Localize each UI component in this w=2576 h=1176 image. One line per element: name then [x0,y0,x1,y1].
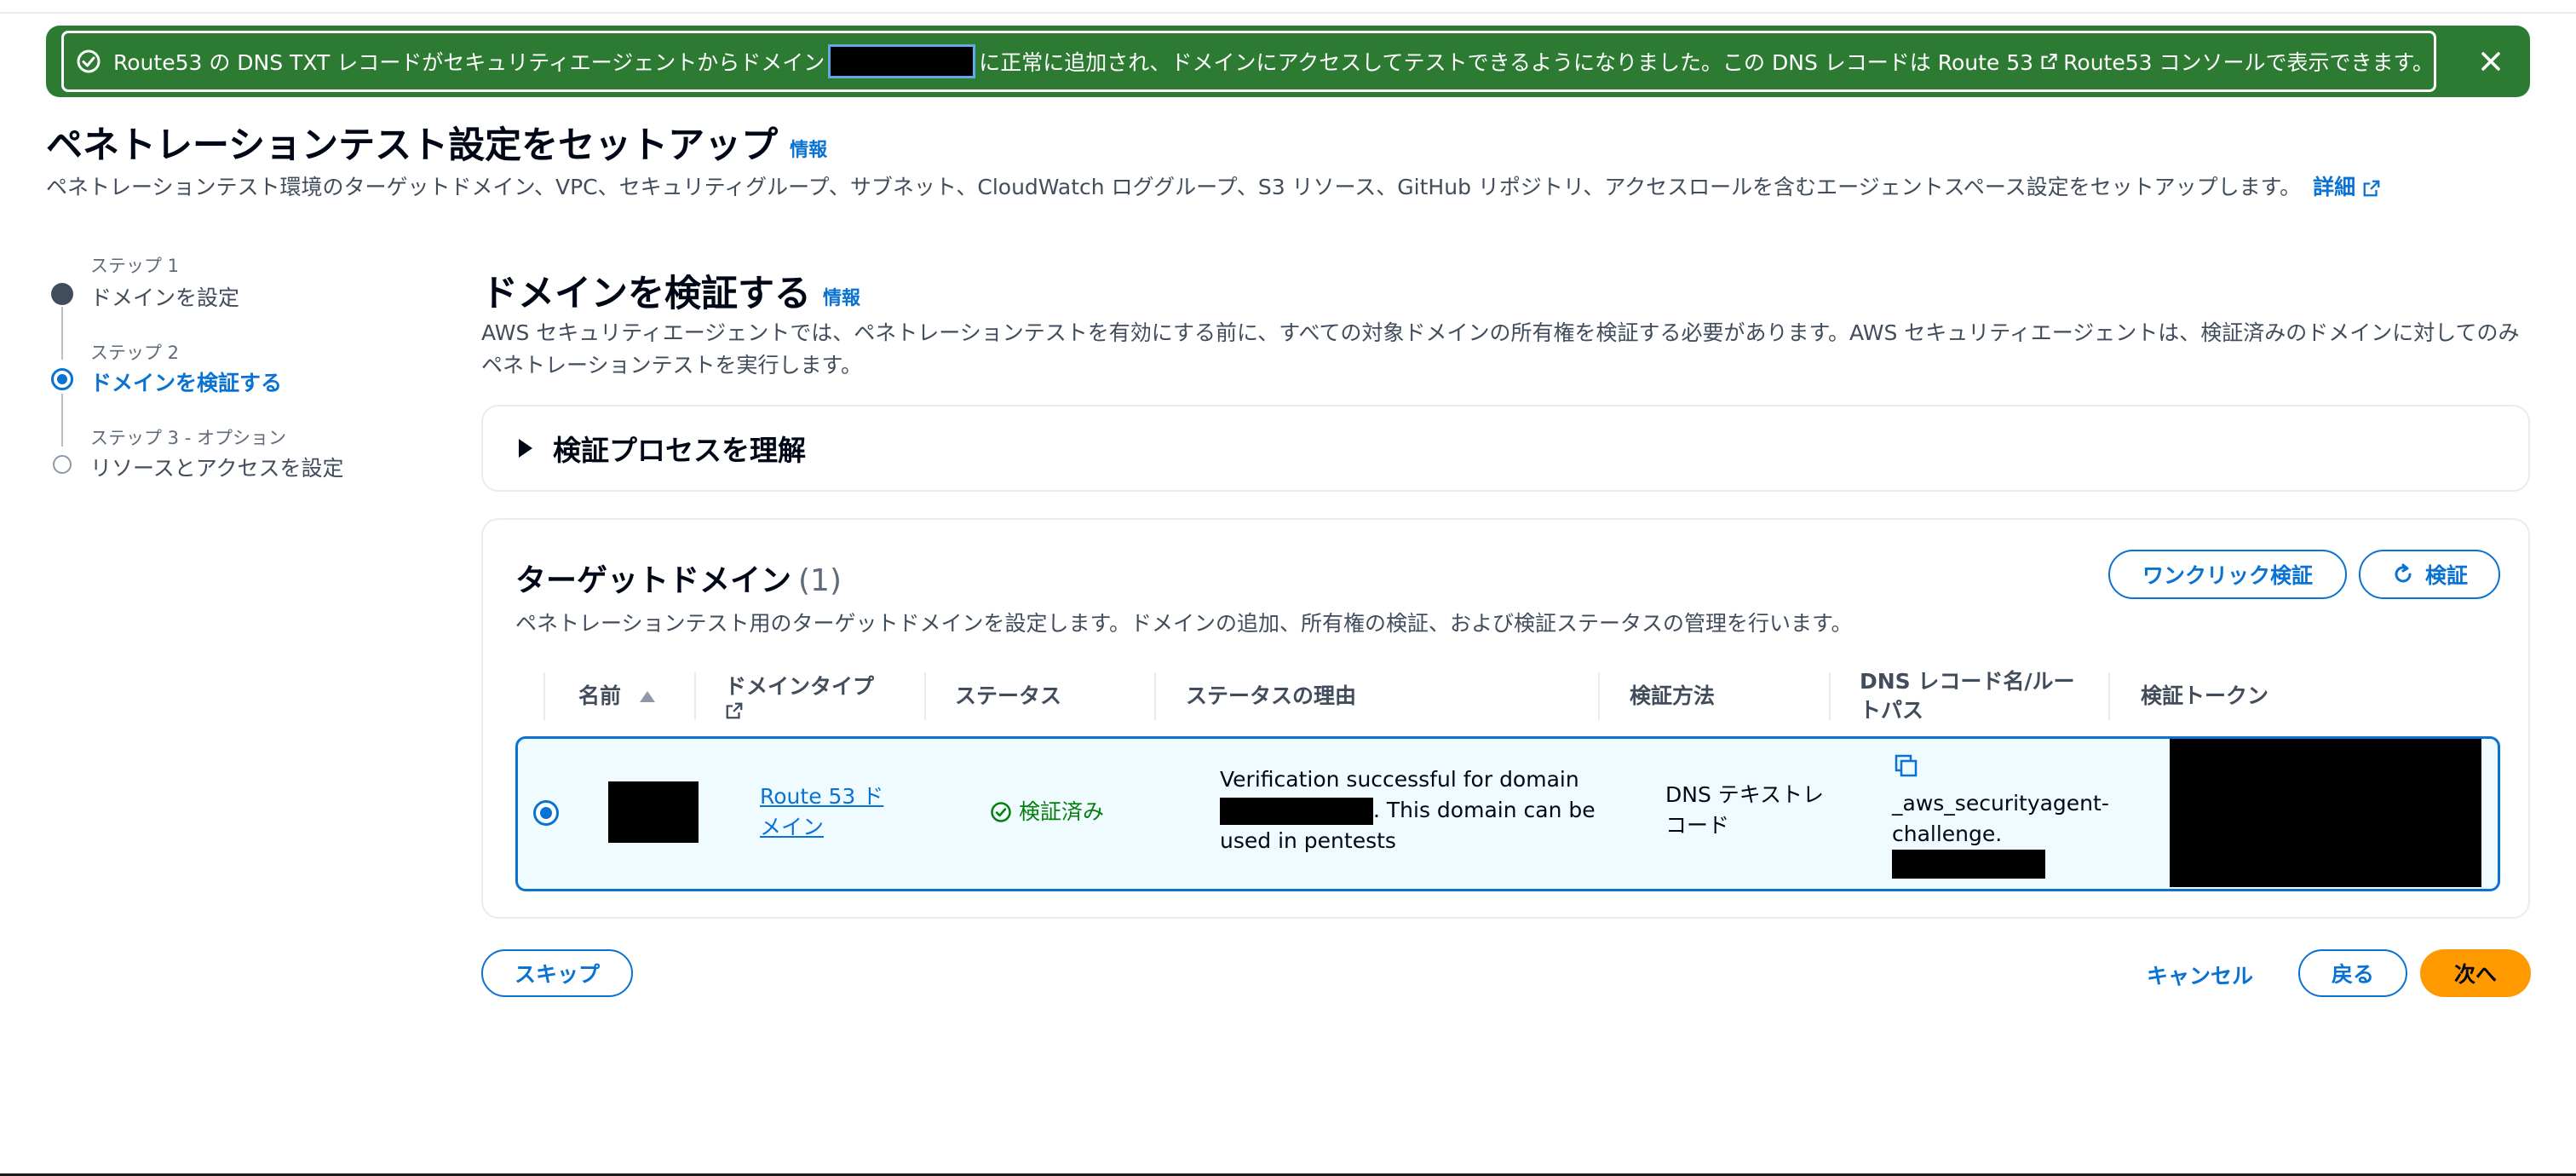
column-divider [543,672,545,720]
step-2-kicker: ステップ 2 [90,343,180,363]
back-button[interactable]: 戻る [2298,949,2407,997]
learn-more-link[interactable]: 詳細 [2313,175,2381,199]
column-name-label: 名前 [578,683,622,708]
section-title: ドメインを検証する 情報 [481,264,860,317]
verification-process-expander[interactable]: 検証プロセスを理解 [481,405,2530,492]
column-header-token: 検証トークン [2141,683,2269,708]
page-title: ペネトレーションテスト設定をセットアップ 情報 [46,116,827,169]
status-reason-line-1: Verification successful for domain [1220,767,1579,792]
target-domains-count: (1) [798,563,842,598]
step-3-label: リソースとアクセスを設定 [90,456,344,481]
step-1-completed-dot [51,283,73,305]
verify-label: 検証 [2424,563,2468,588]
step-2-label[interactable]: ドメインを検証する [90,366,282,397]
target-domains-container: ターゲットドメイン (1) ペネトレーションテスト用のターゲットドメインを設定しま… [481,518,2530,919]
page-description: ペネトレーションテスト環境のターゲットドメイン、VPC、セキュリティグループ、サ… [46,170,2381,201]
status-positive-icon [991,802,1011,822]
header-info-link[interactable]: 情報 [790,140,827,161]
sort-ascending-icon[interactable] [640,690,656,702]
external-link-icon[interactable] [725,701,744,720]
column-header-status-reason: ステータスの理由 [1186,683,1357,708]
step-1-label[interactable]: ドメインを設定 [90,281,239,312]
flash-message-end: に正常に追加され、ドメインにアクセスしてテストできるようになりました。この DN… [979,50,2034,75]
table-header: 名前 ドメインタイプ ステータス ステータスの理由 検証方法 DNS レコード名… [515,660,2500,732]
step-connector [61,394,63,447]
step-2-active-dot [51,368,73,390]
section-info-link[interactable]: 情報 [823,288,860,309]
close-icon [2481,52,2500,71]
expander-label: 検証プロセスを理解 [553,434,806,467]
status-reason-line-2: . This domain can be [1220,795,1620,826]
status-reason-line-3: used in pentests [1220,828,1396,853]
column-domain-type-label: ドメインタイプ [725,674,875,699]
external-link-icon [2363,180,2380,197]
status-verified: 検証済み [990,797,1104,827]
column-divider [924,672,926,720]
section-description: AWS セキュリティエージェントでは、ペネトレーションテストを有効にする前に、す… [481,320,2520,378]
step-3-pending-dot [53,455,72,474]
page-title-text: ペネトレーションテスト設定をセットアップ [46,124,779,167]
caret-right-icon [519,439,532,458]
external-link-icon[interactable] [2040,51,2058,72]
column-divider [1829,672,1831,720]
success-flash-banner: Route53 の DNS TXT レコードがセキュリティエージェントからドメイ… [46,26,2530,97]
verification-method: DNS テキストレコード [1665,782,1825,838]
step-1-kicker: ステップ 1 [90,256,180,276]
status-verified-label: 検証済み [1019,799,1105,824]
verify-button[interactable]: 検証 [2359,550,2500,599]
target-domains-title-text: ターゲットドメイン [515,563,792,598]
dns-record-line-2: challenge. [1892,821,2003,846]
column-header-domain-type: ドメインタイプ [725,660,895,732]
redacted-name [608,781,699,843]
column-header-dns-record: DNS レコード名/ルートパス [1860,669,2075,723]
one-click-verify-label: ワンクリック検証 [2142,563,2313,588]
wizard-steps: ステップ 1 ドメインを設定 ステップ 2 ドメインを検証する ステップ 3 -… [48,249,440,487]
page: Route53 の DNS TXT レコードがセキュリティエージェントからドメイ… [0,0,2576,1176]
flash-content: Route53 の DNS TXT レコードがセキュリティエージェントからドメイ… [61,31,2436,92]
status-reason: Verification successful for domain . Thi… [1220,764,1620,856]
success-check-icon [77,49,101,73]
page-description-text: ペネトレーションテスト環境のターゲットドメイン、VPC、セキュリティグループ、サ… [46,175,2302,199]
section-title-text: ドメインを検証する [481,273,811,315]
next-label: 次へ [2453,962,2497,987]
next-button[interactable]: 次へ [2420,949,2531,997]
step-connector [61,307,63,360]
dns-record-cell: _aws_securityagent- challenge. [1892,752,2113,879]
column-header-status: ステータス [955,683,1062,708]
row-select-radio[interactable] [533,800,559,826]
column-header-name[interactable]: 名前 [578,660,656,732]
back-label: 戻る [2331,962,2374,987]
redacted-token [2170,739,2481,887]
flash-message-start: Route53 の DNS TXT レコードがセキュリティエージェントからドメイ… [113,50,825,75]
column-divider [2108,672,2110,720]
column-divider [694,672,696,720]
refresh-icon [2395,563,2412,583]
top-divider [0,12,2576,14]
step-3-kicker: ステップ 3 - オプション [90,428,286,448]
dns-record-line-1: _aws_securityagent- [1892,791,2109,816]
cancel-button[interactable]: キャンセル [2147,960,2253,990]
one-click-verify-button[interactable]: ワンクリック検証 [2108,550,2347,599]
target-domains-description: ペネトレーションテスト用のターゲットドメインを設定します。ドメインの追加、所有権… [515,611,1853,636]
copy-icon[interactable] [1892,752,1919,780]
redacted-domain [828,44,976,78]
column-header-method: 検証方法 [1630,683,1716,708]
table-row[interactable]: Route 53 ドメイン 検証済み Verification successf… [515,736,2500,891]
domain-type-link[interactable]: Route 53 ドメイン [760,781,905,843]
status-reason-line-2-text: . This domain can be [1373,798,1596,822]
skip-button[interactable]: スキップ [481,949,633,997]
skip-label: スキップ [514,962,600,987]
target-domains-title: ターゲットドメイン (1) [515,556,842,600]
column-divider [1154,672,1156,720]
learn-more-label[interactable]: 詳細 [2313,175,2355,199]
route53-console-link[interactable]: Route53 コンソールで表示できます。 [2063,46,2434,77]
flash-dismiss-button[interactable] [2475,46,2506,77]
column-divider [1598,672,1600,720]
redacted-domain [1220,798,1373,825]
redacted-dns-suffix [1892,850,2045,879]
